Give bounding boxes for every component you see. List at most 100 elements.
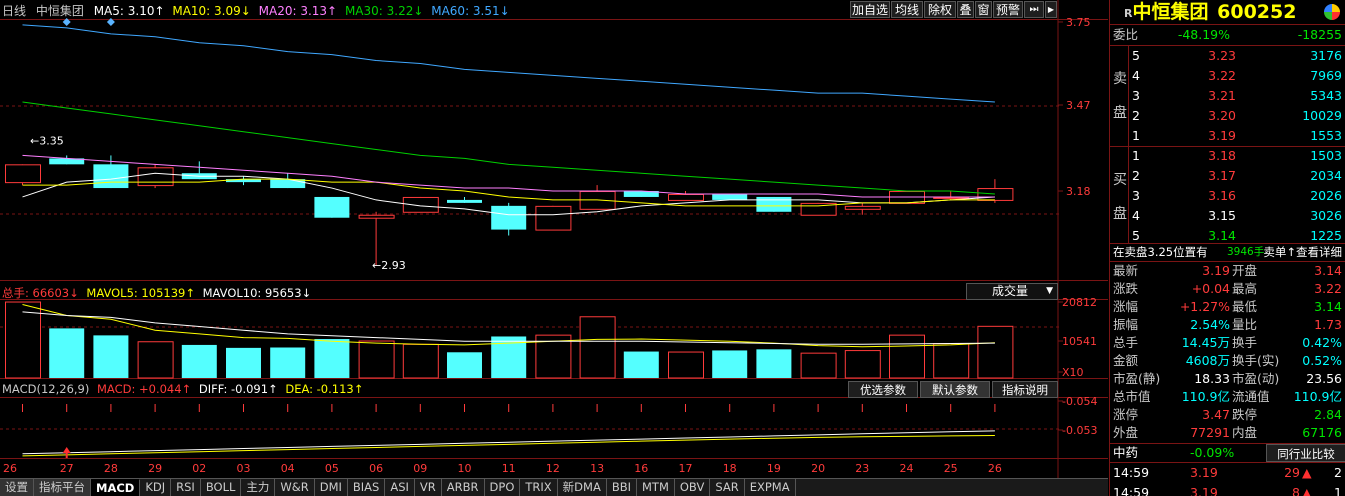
quote-panel: R中恒集团 600252 委比 -48.19% -18255 卖 盘 5 3.2… <box>1109 0 1345 496</box>
volume-bar-up <box>844 350 881 379</box>
tab-vr[interactable]: VR <box>415 479 442 496</box>
tab-trix[interactable]: TRIX <box>520 479 558 496</box>
ma5-label: MA5: 3.10↑ <box>93 4 165 18</box>
indicator-help-button[interactable]: 指标说明 <box>992 381 1058 398</box>
pending-detail-link[interactable]: 卖单↑查看详细 <box>1263 243 1342 261</box>
ask-level: 5 <box>1132 48 1140 63</box>
tab-bbi[interactable]: BBI <box>607 479 637 496</box>
tab-arbr[interactable]: ARBR <box>442 479 485 496</box>
tab-boll[interactable]: BOLL <box>201 479 242 496</box>
tab-wr[interactable]: W&R <box>275 479 315 496</box>
pending-order-row[interactable]: 在卖盘3.25位置有 3946手 卖单↑查看详细 <box>1110 243 1345 261</box>
bid-volume: 1503 <box>1310 148 1342 163</box>
collapse-arrow-icon[interactable]: ▶ <box>1045 1 1057 18</box>
stat-label: 总手 <box>1113 335 1139 350</box>
stat-row: 涨幅 +1.27% 最低 3.14 <box>1110 298 1345 316</box>
ask-row[interactable]: 1 3.19 1553 <box>1110 126 1345 146</box>
stat-value: 14.45万 <box>1181 335 1230 350</box>
ma10-label: MA10: 3.09↓ <box>172 4 251 18</box>
bid-row[interactable]: 2 3.17 2034 <box>1110 166 1345 186</box>
ask-volume: 10029 <box>1302 108 1342 123</box>
date-label: 26 <box>3 462 17 475</box>
bid-row[interactable]: 3 3.16 2026 <box>1110 186 1345 206</box>
stat-label: 涨停 <box>1113 407 1139 422</box>
ask-row[interactable]: 3 3.21 5343 <box>1110 86 1345 106</box>
stat-value: 0.52% <box>1302 353 1342 368</box>
trade-price: 3.19 <box>1190 485 1218 496</box>
tab-dpo[interactable]: DPO <box>485 479 521 496</box>
ma-settings-button[interactable]: 均线 <box>891 1 923 18</box>
quote-title: R中恒集团 600252 <box>1110 0 1345 24</box>
volume-bar-down <box>712 350 748 378</box>
add-watchlist-button[interactable]: 加自选 <box>850 1 890 18</box>
tab-obv[interactable]: OBV <box>675 479 711 496</box>
indicator-select[interactable]: 成交量 ▼ <box>966 283 1058 300</box>
ask-row[interactable]: 5 3.23 3176 <box>1110 46 1345 66</box>
ask-volume: 5343 <box>1310 88 1342 103</box>
weibi-value: -18255 <box>1297 27 1342 42</box>
tab-expma[interactable]: EXPMA <box>745 479 796 496</box>
ask-volume: 3176 <box>1310 48 1342 63</box>
chart-area[interactable]: ←3.35 ←2.93 3.75 3.47 3.18 20812 10541 X10 -0.05… <box>0 0 1108 478</box>
bid-row[interactable]: 1 3.18 1503 <box>1110 146 1345 166</box>
period-label: 日线 <box>2 4 27 18</box>
ask-price: 3.21 <box>1208 88 1236 103</box>
date-label: 20 <box>811 462 825 475</box>
default-params-button[interactable]: 默认参数 <box>920 381 990 398</box>
up-arrow-icon: ▲ <box>1302 485 1312 496</box>
ask-row[interactable]: 2 3.20 10029 <box>1110 106 1345 126</box>
tab-dma[interactable]: 新DMA <box>558 479 607 496</box>
ma-line-ma60 <box>22 24 995 103</box>
weibi-pct: -48.19% <box>1177 27 1230 42</box>
tab-bias[interactable]: BIAS <box>348 479 386 496</box>
stat-value: 3.22 <box>1314 281 1342 296</box>
ex-rights-button[interactable]: 除权 <box>924 1 956 18</box>
bid-level: 4 <box>1132 208 1140 223</box>
ask-row[interactable]: 4 3.22 7969 <box>1110 66 1345 86</box>
tab-[interactable]: 指标平台 <box>34 479 91 496</box>
stat-label: 市盈(动) <box>1232 371 1280 386</box>
stat-value: 77291 <box>1190 425 1230 440</box>
divider <box>1110 462 1345 463</box>
volume-bar-up <box>137 341 174 379</box>
stat-label: 最高 <box>1232 281 1258 296</box>
candle-body-down <box>447 199 482 203</box>
tab-asi[interactable]: ASI <box>385 479 415 496</box>
volume-bar-up <box>668 351 704 379</box>
diff-label: DIFF: -0.091↑ <box>198 382 278 396</box>
tab-kdj[interactable]: KDJ <box>140 479 172 496</box>
tab-rsi[interactable]: RSI <box>171 479 201 496</box>
ask-price: 3.22 <box>1208 68 1236 83</box>
stat-value: 3.14 <box>1314 263 1342 278</box>
window-button[interactable]: 窗 <box>975 1 992 18</box>
volume-bar-up <box>5 301 41 379</box>
ask-price: 3.20 <box>1208 108 1236 123</box>
bid-row[interactable]: 4 3.15 3026 <box>1110 206 1345 226</box>
tab-dmi[interactable]: DMI <box>315 479 348 496</box>
candle-body-up <box>5 164 41 184</box>
date-label: 10 <box>458 462 472 475</box>
up-arrow-icon: ▲ <box>1302 465 1312 480</box>
overlay-button[interactable]: 叠 <box>957 1 974 18</box>
alert-button[interactable]: 预警 <box>993 1 1023 18</box>
stat-value: 67176 <box>1302 425 1342 440</box>
industry-compare-button[interactable]: 同行业比较 <box>1266 444 1345 462</box>
volume-bar-up <box>933 343 970 379</box>
stat-label: 振幅 <box>1113 317 1139 332</box>
tab-[interactable]: 主力 <box>241 479 276 496</box>
bid-price: 3.17 <box>1208 168 1236 183</box>
weibi-row: 委比 -48.19% -18255 <box>1110 25 1345 45</box>
date-label: 17 <box>679 462 693 475</box>
stock-name: 中恒集团 <box>1132 1 1209 23</box>
optimal-params-button[interactable]: 优选参数 <box>848 381 918 398</box>
skip-end-icon[interactable]: ⏭ <box>1024 1 1044 18</box>
tab-[interactable]: 设置 <box>0 479 34 496</box>
tab-mtm[interactable]: MTM <box>637 479 675 496</box>
candle-body-down <box>712 193 748 200</box>
macd-tick-label: -0.054 <box>1062 395 1097 408</box>
market-logo-icon[interactable] <box>1324 4 1340 20</box>
tab-sar[interactable]: SAR <box>710 479 745 496</box>
kline-chart[interactable]: ←3.35 ←2.93 3.75 3.47 3.18 20812 10541 X10 -0.05… <box>0 0 1108 478</box>
trade-volume: 8 <box>1292 485 1300 496</box>
tab-macd[interactable]: MACD <box>91 479 141 496</box>
